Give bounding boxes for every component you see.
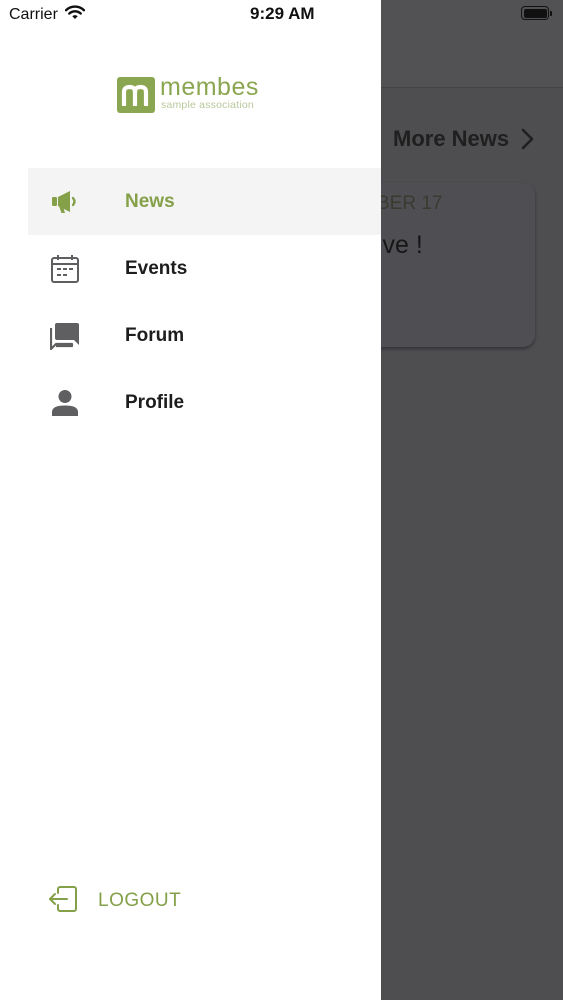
wifi-icon bbox=[64, 5, 86, 25]
status-time: 9:29 AM bbox=[250, 4, 315, 23]
menu-item-forum[interactable]: Forum bbox=[28, 302, 381, 369]
logo-subtitle: sample association bbox=[161, 99, 254, 111]
person-icon bbox=[49, 387, 81, 419]
calendar-icon bbox=[49, 253, 81, 285]
menu-label-news: News bbox=[125, 190, 175, 212]
drawer-menu: News Events Forum Profile bbox=[28, 168, 381, 436]
logout-label: LOGOUT bbox=[98, 890, 182, 911]
news-card-date: BER 17 bbox=[377, 193, 443, 214]
logout-button[interactable]: LOGOUT bbox=[48, 884, 181, 918]
chevron-right-icon bbox=[521, 128, 534, 150]
logo-wordmark: membes bbox=[160, 73, 259, 101]
news-card-title: ive ! bbox=[377, 231, 423, 259]
megaphone-icon bbox=[49, 186, 81, 218]
status-carrier: Carrier bbox=[9, 5, 86, 25]
menu-label-events: Events bbox=[125, 257, 188, 279]
membes-logo: membes sample association bbox=[117, 73, 267, 114]
menu-item-events[interactable]: Events bbox=[28, 235, 381, 302]
more-news-label: More News bbox=[393, 126, 510, 151]
more-news-link[interactable]: More News bbox=[393, 124, 534, 154]
menu-label-forum: Forum bbox=[125, 324, 185, 346]
battery-icon bbox=[521, 6, 552, 20]
menu-item-news[interactable]: News bbox=[28, 168, 381, 235]
side-drawer: Carrier 9:29 AM membes sample associatio… bbox=[0, 0, 381, 1000]
carrier-label: Carrier bbox=[9, 6, 58, 23]
chat-icon bbox=[49, 320, 81, 352]
menu-item-profile[interactable]: Profile bbox=[28, 369, 381, 436]
menu-label-profile: Profile bbox=[125, 391, 185, 413]
logo-mark bbox=[117, 77, 155, 113]
logout-icon bbox=[48, 885, 78, 917]
